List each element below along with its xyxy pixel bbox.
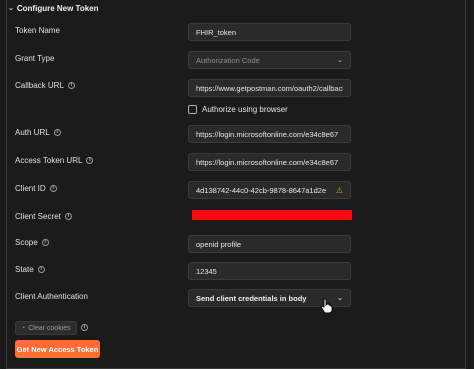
chevron-down-icon: ⌄ bbox=[8, 5, 14, 12]
client-secret-label: Client Secret i bbox=[15, 212, 72, 221]
info-icon[interactable]: i bbox=[49, 185, 57, 192]
section-title: Configure New Token bbox=[16, 3, 99, 13]
token-name-label: Token Name bbox=[15, 26, 60, 35]
client-id-input[interactable]: 4d138742-44c0-42cb-9878-8647a1d2e ⚠ bbox=[188, 181, 351, 199]
scope-label: Scope i bbox=[15, 238, 49, 247]
warning-icon: ⚠ bbox=[335, 185, 343, 195]
cookie-icon: ◔ bbox=[21, 324, 26, 332]
state-input[interactable]: 12345 bbox=[188, 262, 351, 280]
chevron-down-icon: ⌄ bbox=[337, 295, 343, 302]
hand-cursor-icon bbox=[320, 298, 333, 314]
chevron-down-icon: ⌄ bbox=[337, 57, 343, 64]
grant-type-label: Grant Type bbox=[15, 54, 55, 63]
clear-cookies-button[interactable]: ◔ Clear cookies bbox=[15, 321, 77, 335]
client-id-label: Client ID i bbox=[15, 184, 57, 193]
info-icon[interactable]: i bbox=[64, 213, 72, 220]
authorize-browser-row[interactable]: Authorize using browser bbox=[188, 105, 288, 114]
auth-url-input[interactable]: https://login.microsoftonline.com/e34c8e… bbox=[188, 125, 351, 143]
callback-url-input[interactable]: https://www.getpostman.com/oauth2/callba… bbox=[188, 79, 351, 97]
state-label: State i bbox=[15, 265, 45, 274]
client-authentication-label: Client Authentication bbox=[15, 292, 88, 301]
info-icon[interactable]: i bbox=[86, 157, 94, 164]
access-token-url-label: Access Token URL i bbox=[15, 156, 94, 165]
info-icon[interactable]: i bbox=[81, 324, 88, 331]
info-icon[interactable]: i bbox=[41, 239, 49, 246]
client-secret-redaction[interactable] bbox=[192, 210, 352, 220]
info-icon[interactable]: i bbox=[53, 129, 61, 136]
access-token-url-input[interactable]: https://login.microsoftonline.com/e34c8e… bbox=[188, 153, 351, 171]
authorize-browser-label: Authorize using browser bbox=[202, 105, 288, 114]
token-name-input[interactable]: FHIR_token bbox=[188, 23, 351, 41]
auth-url-label: Auth URL i bbox=[15, 128, 61, 137]
authorize-browser-checkbox[interactable] bbox=[188, 105, 197, 114]
get-new-access-token-button[interactable]: Get New Access Token bbox=[15, 340, 100, 358]
grant-type-select[interactable]: Authorization Code ⌄ bbox=[188, 51, 351, 69]
info-icon[interactable]: i bbox=[67, 82, 75, 89]
scope-input[interactable]: openid profile bbox=[188, 235, 351, 253]
section-header[interactable]: ⌄ Configure New Token bbox=[8, 2, 99, 14]
info-icon[interactable]: i bbox=[37, 266, 45, 273]
callback-url-label: Callback URL i bbox=[15, 81, 75, 90]
